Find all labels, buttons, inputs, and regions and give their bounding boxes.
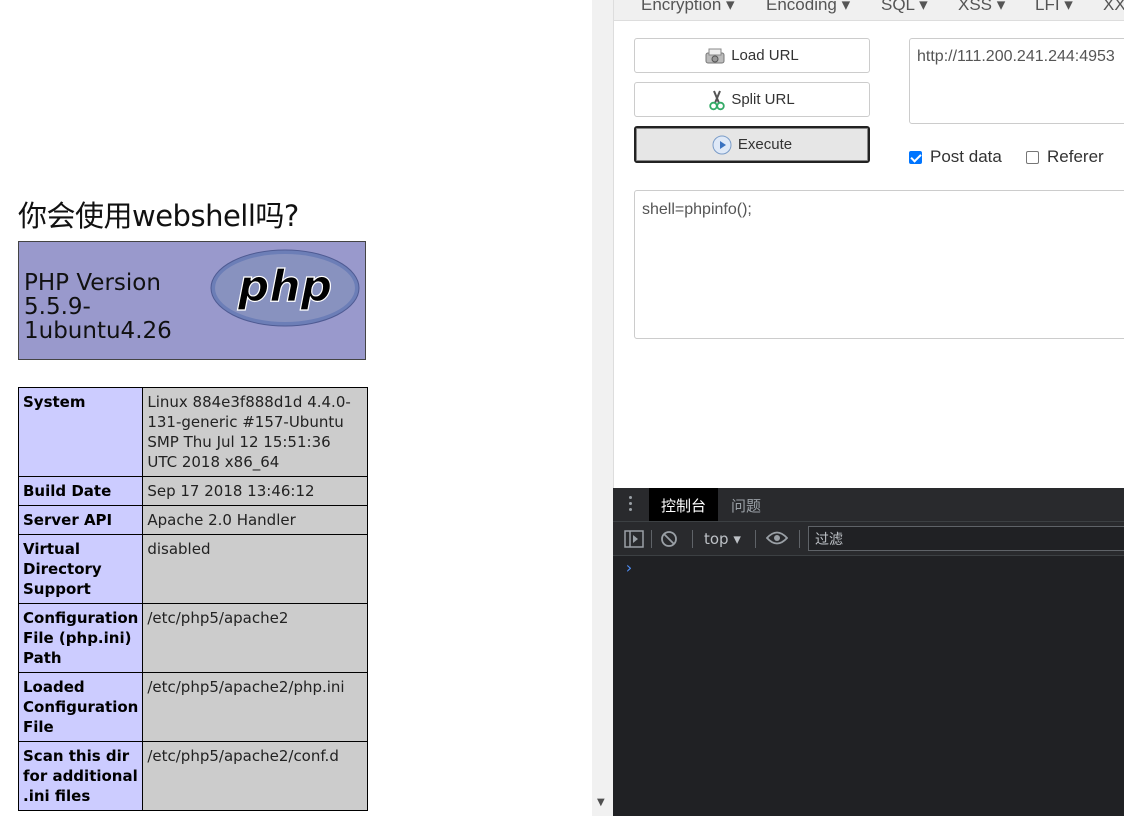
table-row: Virtual Directory Support disabled xyxy=(17,534,368,604)
row-value: Apache 2.0 Handler xyxy=(142,505,368,535)
row-value: /etc/php5/apache2 xyxy=(142,603,368,673)
scroll-down-arrow-icon[interactable]: ▼ xyxy=(597,797,605,808)
tab-console[interactable]: 控制台 xyxy=(649,488,719,521)
eye-icon[interactable] xyxy=(766,530,788,546)
hackbar-panel: Encryption ▾ Encoding ▾ SQL ▾ XSS ▾ LFI … xyxy=(613,0,1124,488)
php-logo-text: php xyxy=(237,261,332,312)
row-key: Scan this dir for additional .ini files xyxy=(17,741,144,811)
row-value: Linux 884e3f888d1d 4.4.0-131-generic #15… xyxy=(142,387,368,477)
console-toolbar: top ▾ 过滤 xyxy=(613,522,1124,556)
row-value: disabled xyxy=(142,534,368,604)
menu-xxe[interactable]: XX xyxy=(1103,0,1124,15)
clear-console-icon[interactable] xyxy=(660,530,678,548)
table-row: Configuration File (php.ini) Path/etc/ph… xyxy=(17,603,368,673)
post-data-label: Post data xyxy=(930,147,1002,166)
row-value: Sep 17 2018 13:46:12 xyxy=(142,476,368,506)
console-prompt[interactable]: › xyxy=(624,558,634,577)
row-key: Configuration File (php.ini) Path xyxy=(17,603,144,673)
menu-xss[interactable]: XSS ▾ xyxy=(958,0,1005,15)
post-data-toggle[interactable]: Post data xyxy=(909,147,1002,167)
row-key: Build Date xyxy=(17,476,144,506)
hackbar-menu: Encryption ▾ Encoding ▾ SQL ▾ XSS ▾ LFI … xyxy=(614,0,1124,21)
table-row: Build Date Sep 17 2018 13:46:12 xyxy=(17,476,368,506)
devtools-panel: 控制台 问题 top ▾ 过滤 › xyxy=(613,488,1124,816)
row-key: Loaded Configuration File xyxy=(17,672,144,742)
split-url-label: Split URL xyxy=(731,91,795,108)
php-version-text: PHP Version 5.5.9-1ubuntu4.26 xyxy=(24,270,172,344)
php-logo: php xyxy=(210,249,360,327)
split-url-button[interactable]: Split URL xyxy=(634,82,870,117)
more-options-icon[interactable] xyxy=(629,496,633,514)
load-url-icon xyxy=(705,48,725,63)
page-heading: 你会使用webshell吗? xyxy=(18,199,299,233)
row-key: System xyxy=(17,387,144,477)
table-row: Loaded Configuration File/etc/php5/apach… xyxy=(17,672,368,742)
execute-button[interactable]: Execute xyxy=(634,126,870,163)
post-data-checkbox[interactable] xyxy=(909,150,922,164)
menu-sql[interactable]: SQL ▾ xyxy=(881,0,928,15)
webpage-content: 你会使用webshell吗? PHP Version 5.5.9-1ubuntu… xyxy=(0,0,592,816)
referer-checkbox[interactable] xyxy=(1026,150,1039,164)
post-data-input[interactable]: shell=phpinfo(); xyxy=(634,190,1124,339)
scissors-icon xyxy=(709,90,726,110)
row-key: Server API xyxy=(17,505,144,535)
phpinfo-table: System Linux 884e3f888d1d 4.4.0-131-gener… xyxy=(17,387,368,811)
execute-label: Execute xyxy=(737,136,793,153)
devtools-tabbar: 控制台 问题 xyxy=(613,488,1124,522)
table-row: Scan this dir for additional .ini files /… xyxy=(17,741,368,811)
menu-encryption[interactable]: Encryption ▾ xyxy=(641,0,735,15)
row-value: /etc/php5/apache2/php.ini xyxy=(142,672,368,742)
referer-label: Referer xyxy=(1047,147,1104,166)
load-url-label: Load URL xyxy=(731,47,799,64)
row-value: /etc/php5/apache2/conf.d xyxy=(142,741,368,811)
sidebar-toggle-icon[interactable] xyxy=(624,530,644,548)
table-row: Server API Apache 2.0 Handler xyxy=(17,505,368,535)
menu-lfi[interactable]: LFI ▾ xyxy=(1035,0,1073,15)
row-key: Virtual Directory Support xyxy=(17,534,144,604)
url-input[interactable]: http://111.200.241.244:4953 xyxy=(909,38,1124,124)
tab-issues[interactable]: 问题 xyxy=(719,488,773,521)
referer-toggle[interactable]: Referer xyxy=(1026,147,1104,167)
table-row: System Linux 884e3f888d1d 4.4.0-131-gener… xyxy=(17,387,368,477)
context-selector[interactable]: top ▾ xyxy=(704,530,741,548)
play-icon xyxy=(712,135,732,154)
filter-input[interactable]: 过滤 xyxy=(808,526,1124,551)
menu-encoding[interactable]: Encoding ▾ xyxy=(766,0,850,15)
load-url-button[interactable]: Load URL xyxy=(634,38,870,73)
page-scrollbar[interactable] xyxy=(592,0,613,816)
php-version-banner: PHP Version 5.5.9-1ubuntu4.26 php xyxy=(18,241,366,360)
